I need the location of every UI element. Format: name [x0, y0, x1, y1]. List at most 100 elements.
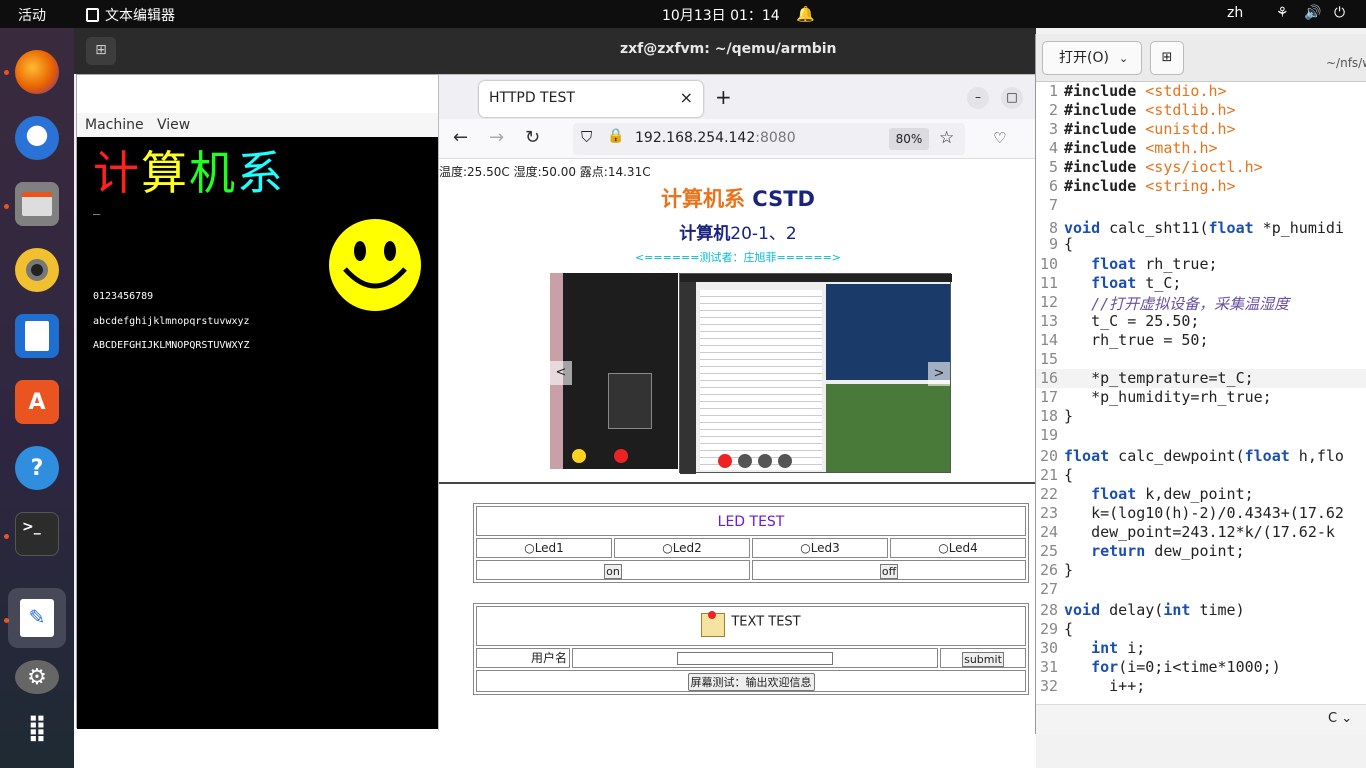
code-text: //打开虚拟设备，采集温湿度 — [1064, 295, 1290, 313]
text-editor-icon[interactable]: ✎ — [8, 588, 66, 648]
forward-icon[interactable]: → — [489, 127, 504, 148]
rhythmbox-icon[interactable] — [15, 248, 59, 292]
note-icon — [701, 611, 726, 637]
reload-icon[interactable]: ↻ — [525, 127, 540, 148]
code-line[interactable]: 25 return dew_point; — [1036, 542, 1366, 561]
app-grid-icon[interactable]: ⣿ — [15, 708, 59, 748]
new-document-icon[interactable]: ⊞ — [1150, 41, 1184, 75]
code-line[interactable]: 16 *p_temprature=t_C; — [1036, 369, 1366, 388]
radio-icon[interactable]: ○ — [938, 541, 948, 555]
code-line[interactable]: 13 t_C = 25.50; — [1036, 312, 1366, 331]
code-line[interactable]: 21 { — [1036, 466, 1366, 485]
new-tab-icon[interactable]: + — [715, 85, 732, 109]
writer-icon[interactable] — [15, 314, 59, 358]
text-editor-window: 打开(O) ⌄ ⊞ ~/nfs/w 1 #include <stdio.h> 2 #in… — [1035, 34, 1366, 734]
code-line[interactable]: 31 for(i=0;i<time*1000;) — [1036, 658, 1366, 677]
code-line[interactable]: 7 — [1036, 196, 1366, 215]
led3-radio[interactable]: ○Led3 — [752, 538, 888, 558]
code-line[interactable]: 12 //打开虚拟设备，采集温湿度 — [1036, 293, 1366, 313]
firefox-icon[interactable] — [15, 50, 59, 94]
code-line[interactable]: 30 int i; — [1036, 639, 1366, 658]
code-line[interactable]: 15 — [1036, 350, 1366, 369]
code-line[interactable]: 22 float k,dew_point; — [1036, 485, 1366, 504]
led2-radio[interactable]: ○Led2 — [614, 538, 750, 558]
zoom-indicator[interactable]: 80% — [889, 128, 929, 150]
slide-dot[interactable] — [778, 454, 792, 468]
led1-radio[interactable]: ○Led1 — [476, 538, 612, 558]
slide-next-icon[interactable]: > — [928, 362, 950, 386]
code-line[interactable]: 11 float t_C; — [1036, 274, 1366, 293]
maximize-icon[interactable]: □ — [1001, 87, 1023, 109]
radio-icon[interactable]: ○ — [800, 541, 810, 555]
power-icon[interactable]: ⏻ — [1334, 5, 1345, 21]
menu-machine[interactable]: Machine — [85, 117, 144, 133]
code-line[interactable]: 29 { — [1036, 620, 1366, 639]
menu-view[interactable]: View — [157, 117, 190, 133]
tester-line: <======测试者：庄旭菲======> — [634, 251, 842, 264]
slide-dot[interactable] — [738, 454, 752, 468]
on-button[interactable]: on — [604, 564, 622, 579]
username-cell — [572, 648, 938, 668]
code-line[interactable]: 18} — [1036, 407, 1366, 426]
minimize-icon[interactable]: – — [967, 87, 989, 109]
new-tab-icon[interactable]: ⊞ — [86, 37, 116, 65]
code-line[interactable]: 6 #include <string.h> — [1036, 177, 1366, 196]
screen-test-button[interactable]: 屏幕测试：输出欢迎信息 — [687, 673, 815, 691]
lock-icon[interactable]: 🔒 — [607, 128, 624, 144]
off-button[interactable]: off — [879, 564, 899, 579]
code-line[interactable]: 4 #include <math.h> — [1036, 139, 1366, 158]
thunderbird-icon[interactable] — [15, 116, 59, 160]
radio-icon[interactable]: ○ — [662, 541, 672, 555]
text-test-table: TEXT TEST 用户名 submit 屏幕测试：输出欢迎信息 — [473, 603, 1029, 695]
code-line[interactable]: 20 float calc_dewpoint(float h,flo — [1036, 447, 1366, 466]
code-line[interactable]: 32 i++; — [1036, 677, 1366, 696]
code-line[interactable]: 10 float rh_true; — [1036, 255, 1366, 274]
terminal-icon[interactable]: >_ — [15, 512, 59, 556]
code-line[interactable]: 2 #include <stdlib.h> — [1036, 101, 1366, 120]
line-number: 13 — [1039, 312, 1058, 330]
files-icon[interactable] — [15, 182, 59, 226]
screenshot-terminal — [700, 290, 822, 470]
code-line[interactable]: 9{ — [1036, 235, 1366, 254]
code-line[interactable]: 27 — [1036, 580, 1366, 599]
language-selector[interactable]: C ⌄ — [1328, 711, 1352, 726]
submit-button[interactable]: submit — [962, 652, 1004, 667]
pocket-icon[interactable]: ♡ — [993, 129, 1006, 147]
tab-httpd-test[interactable]: HTTPD TEST × — [479, 81, 703, 117]
close-tab-icon[interactable]: × — [680, 88, 693, 107]
help-icon[interactable]: ? — [15, 446, 59, 490]
slide-dot[interactable] — [758, 454, 772, 468]
clock[interactable]: 10月13日 01：14 — [662, 5, 780, 25]
url-bar[interactable]: ⛉ 🔒 192.168.254.142:8080 80% ☆ — [573, 123, 965, 155]
username-input[interactable] — [677, 652, 833, 665]
app-menu[interactable]: 文本编辑器 — [86, 5, 175, 25]
code-view[interactable]: 1 #include <stdio.h> 2 #include <stdlib.h> 3… — [1036, 82, 1366, 704]
app-center-icon[interactable]: A — [15, 380, 59, 424]
code-line[interactable]: 23 k=(log10(h)-2)/0.4343+(17.62 — [1036, 504, 1366, 523]
led4-radio[interactable]: ○Led4 — [890, 538, 1026, 558]
code-line[interactable]: 5 #include <sys/ioctl.h> — [1036, 158, 1366, 177]
open-button[interactable]: 打开(O) ⌄ — [1042, 41, 1142, 75]
code-line[interactable]: 26} — [1036, 561, 1366, 580]
slide-prev-icon[interactable]: < — [550, 361, 572, 385]
code-line[interactable]: 28 void delay(int time) — [1036, 601, 1366, 620]
input-method[interactable]: zh — [1227, 5, 1243, 21]
volume-icon[interactable]: 🔊 — [1304, 5, 1321, 21]
radio-icon[interactable]: ○ — [524, 541, 534, 555]
settings-icon[interactable]: ⚙ — [15, 660, 59, 694]
shield-icon[interactable]: ⛉ — [581, 128, 592, 146]
slide-dot[interactable] — [718, 454, 732, 468]
code-line[interactable]: 14 rh_true = 50; — [1036, 331, 1366, 350]
activities-button[interactable]: 活动 — [18, 5, 46, 25]
back-icon[interactable]: ← — [453, 127, 468, 148]
terminal-window-header[interactable]: ⊞ zxf@zxfvm: ~/qemu/armbin — [74, 28, 1036, 74]
code-line[interactable]: 19 — [1036, 426, 1366, 445]
code-line[interactable]: 1 #include <stdio.h> — [1036, 82, 1366, 101]
code-line[interactable]: 17 *p_humidity=rh_true; — [1036, 388, 1366, 407]
code-line[interactable]: 3 #include <unistd.h> — [1036, 120, 1366, 139]
code-line[interactable]: 24 dew_point=243.12*k/(17.62-k — [1036, 523, 1366, 542]
bell-icon[interactable]: 🔔 — [796, 5, 815, 23]
network-icon[interactable]: ⚘ — [1276, 5, 1289, 21]
line-number: 22 — [1039, 485, 1058, 503]
bookmark-star-icon[interactable]: ☆ — [939, 128, 954, 148]
